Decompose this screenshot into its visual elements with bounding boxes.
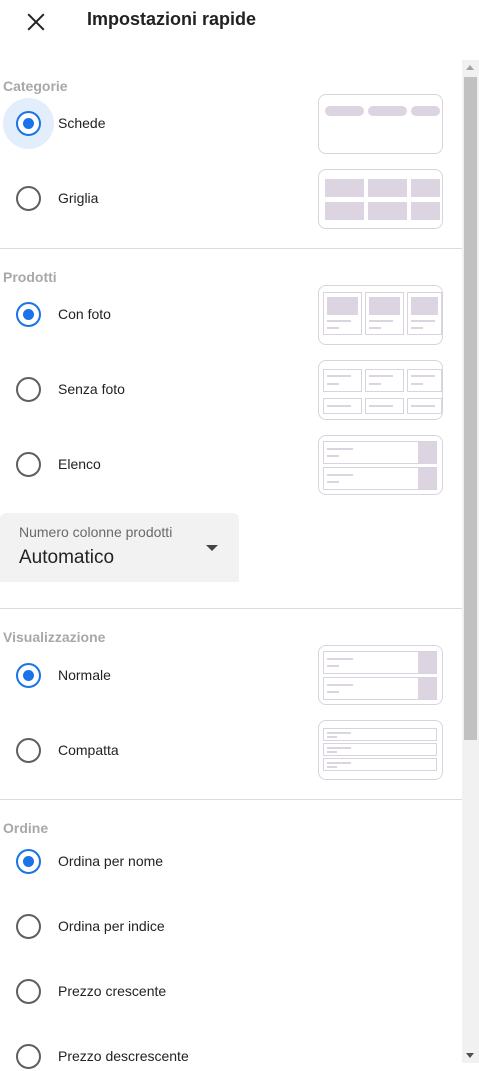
radio-label: Griglia (58, 190, 99, 206)
radio-label: Schede (58, 115, 106, 131)
list-preview-icon[interactable] (318, 435, 443, 495)
radio-option-ordina-per-indice[interactable]: Ordina per indice (0, 905, 300, 949)
radio-option-elenco[interactable]: Elenco (0, 443, 300, 487)
radio-label: Compatta (58, 742, 119, 758)
divider (0, 608, 462, 609)
radio-label: Senza foto (58, 381, 125, 397)
radio-button[interactable] (16, 186, 41, 211)
scroll-thumb[interactable] (464, 77, 477, 740)
radio-label: Normale (58, 667, 111, 683)
radio-button[interactable] (16, 302, 41, 327)
select-value: Automatico (19, 547, 115, 568)
radio-label: Elenco (58, 456, 101, 472)
radio-option-prezzo-descrescente[interactable]: Prezzo descrescente (0, 1035, 300, 1071)
header: Impostazioni rapide (0, 0, 479, 48)
radio-option-griglia[interactable]: Griglia (0, 177, 300, 221)
without-photo-preview-icon[interactable] (318, 360, 443, 420)
section-title-products: Prodotti (3, 269, 57, 285)
select-label: Numero colonne prodotti (19, 524, 173, 540)
radio-label: Con foto (58, 306, 111, 322)
normal-preview-icon[interactable] (318, 645, 443, 705)
cards-preview-icon[interactable] (318, 94, 443, 154)
radio-button[interactable] (16, 377, 41, 402)
radio-button[interactable] (16, 663, 41, 688)
settings-panel: Categorie Schede Griglia Prodotti Con fo… (0, 60, 462, 1071)
columns-select[interactable]: Numero colonne prodotti Automatico (0, 513, 239, 582)
radio-label: Ordina per indice (58, 918, 165, 934)
radio-button[interactable] (16, 111, 41, 136)
compact-preview-icon[interactable] (318, 720, 443, 780)
section-title-categories: Categorie (3, 78, 68, 94)
radio-option-normale[interactable]: Normale (0, 654, 300, 698)
grid-preview-icon[interactable] (318, 169, 443, 229)
scroll-up-arrow-icon[interactable] (466, 65, 474, 70)
page-title: Impostazioni rapide (87, 9, 257, 29)
radio-option-senza-foto[interactable]: Senza foto (0, 368, 300, 412)
radio-button[interactable] (16, 452, 41, 477)
radio-option-prezzo-crescente[interactable]: Prezzo crescente (0, 970, 300, 1014)
divider (0, 248, 462, 249)
section-title-order: Ordine (3, 820, 49, 836)
radio-button[interactable] (16, 849, 41, 874)
radio-label: Prezzo crescente (58, 983, 167, 999)
radio-button[interactable] (16, 979, 41, 1004)
divider (0, 799, 462, 800)
with-photo-preview-icon[interactable] (318, 285, 443, 345)
radio-label: Prezzo descrescente (58, 1048, 189, 1064)
radio-button[interactable] (16, 914, 41, 939)
vertical-scrollbar[interactable] (462, 60, 479, 1063)
dropdown-arrow-icon (206, 545, 218, 551)
section-title-display: Visualizzazione (3, 629, 106, 645)
radio-option-ordina-per-nome[interactable]: Ordina per nome (0, 840, 300, 884)
close-icon[interactable] (24, 10, 48, 34)
radio-option-con-foto[interactable]: Con foto (0, 293, 300, 337)
radio-option-compatta[interactable]: Compatta (0, 729, 300, 773)
scroll-down-arrow-icon[interactable] (466, 1053, 474, 1058)
radio-label: Ordina per nome (58, 853, 164, 869)
radio-button[interactable] (16, 1044, 41, 1069)
radio-option-schede[interactable]: Schede (0, 98, 300, 149)
radio-button[interactable] (16, 738, 41, 763)
